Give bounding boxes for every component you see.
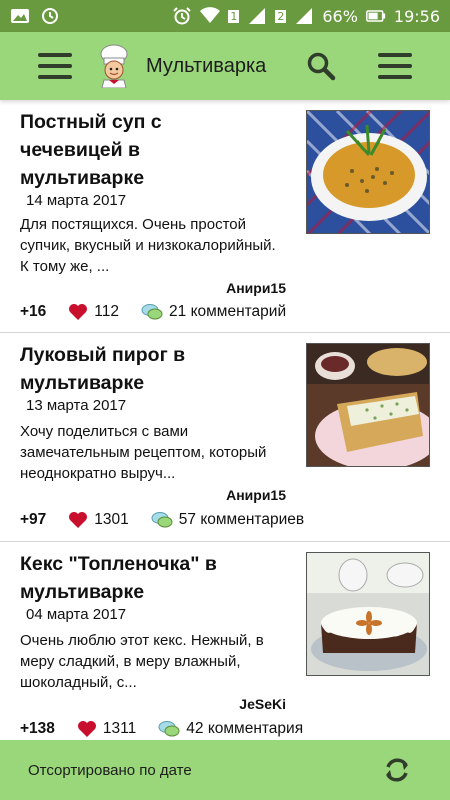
menu-line — [378, 75, 412, 79]
sort-label[interactable]: Отсортировано по дате — [28, 762, 192, 779]
battery-percent: 66% — [322, 6, 358, 26]
recipe-list[interactable]: Постный суп с чечевицей в мультиварке 14… — [0, 100, 450, 740]
menu-line — [378, 53, 412, 57]
recipe-title[interactable]: Постный суп с чечевицей в мультиварке — [20, 108, 190, 192]
app-title: Мультиварка — [146, 54, 267, 77]
comment-count: 57 комментариев — [178, 511, 305, 528]
recipe-date: 04 марта 2017 — [26, 606, 127, 623]
recipe-thumbnail-soup[interactable] — [306, 110, 430, 234]
recipe-title[interactable]: Кекс "Топленочка" в мультиварке — [20, 550, 260, 606]
like-count: 112 — [94, 303, 120, 320]
search-icon[interactable] — [306, 51, 336, 81]
heart-icon[interactable] — [68, 511, 88, 529]
menu-button[interactable] — [378, 53, 412, 79]
recipe-author[interactable]: JeSeKi — [239, 696, 286, 712]
hamburger-line — [38, 75, 72, 79]
signal-icon — [249, 8, 266, 24]
recipe-thumbnail-cake[interactable] — [306, 552, 430, 676]
recipe-description: Хочу поделиться с вами замечательным рец… — [20, 423, 267, 482]
recipe-card[interactable]: Луковый пирог в мультиварке 13 марта 201… — [0, 333, 450, 542]
chef-logo-icon — [100, 44, 128, 88]
recipe-stats: +97 1301 57 комментариев — [20, 511, 304, 529]
vote-count: +138 — [20, 720, 55, 737]
bottom-bar: Отсортировано по дате — [0, 740, 450, 800]
recipe-author[interactable]: Анири15 — [226, 487, 286, 503]
nav-drawer-button[interactable] — [38, 53, 72, 79]
comment-count: 42 комментария — [186, 720, 304, 737]
recipe-author[interactable]: Анири15 — [226, 280, 286, 296]
signal-icon-2 — [296, 8, 313, 24]
recipe-stats: +16 112 21 комментарий — [20, 303, 286, 321]
battery-icon — [365, 10, 386, 22]
comments-icon[interactable] — [141, 303, 163, 321]
hamburger-line — [38, 64, 72, 68]
recipe-date: 13 марта 2017 — [26, 397, 127, 414]
cake-image — [307, 553, 429, 675]
recipe-description: Очень люблю этот кекс. Нежный, в меру сл… — [20, 632, 264, 691]
menu-line — [378, 64, 412, 68]
like-count: 1301 — [94, 511, 129, 528]
sync-notification-icon — [42, 8, 58, 24]
app-bar: Мультиварка — [0, 32, 450, 100]
heart-icon[interactable] — [68, 303, 88, 321]
recipe-card[interactable]: Постный суп с чечевицей в мультиварке 14… — [0, 100, 450, 333]
recipe-thumbnail-onion-pie[interactable] — [306, 343, 430, 467]
like-count: 1311 — [102, 720, 137, 737]
comments-icon[interactable] — [158, 720, 180, 738]
comments-icon[interactable] — [151, 511, 173, 529]
gallery-notification-icon — [11, 9, 29, 23]
recipe-description: Для постящихся. Очень простой супчик, вк… — [20, 216, 276, 275]
sim1-indicator: 1 — [228, 9, 240, 23]
onion-pie-image — [307, 344, 429, 466]
clock: 19:56 — [393, 6, 440, 26]
recipe-date: 14 марта 2017 — [26, 192, 127, 209]
heart-icon[interactable] — [77, 720, 97, 738]
vote-count: +97 — [20, 511, 47, 528]
recipe-card[interactable]: Кекс "Топленочка" в мультиварке 04 марта… — [0, 542, 450, 740]
comment-count: 21 комментарий — [169, 303, 287, 320]
refresh-icon[interactable] — [382, 755, 412, 785]
status-bar: 1 2 66% 19:56 — [0, 0, 450, 32]
hamburger-line — [38, 53, 72, 57]
soup-image — [307, 111, 429, 233]
recipe-stats: +138 1311 42 комментария — [20, 720, 303, 738]
vote-count: +16 — [20, 303, 47, 320]
recipe-title[interactable]: Луковый пирог в мультиварке — [20, 341, 260, 397]
alarm-icon — [173, 7, 192, 25]
sim2-indicator: 2 — [275, 9, 287, 23]
wifi-icon — [200, 7, 221, 23]
